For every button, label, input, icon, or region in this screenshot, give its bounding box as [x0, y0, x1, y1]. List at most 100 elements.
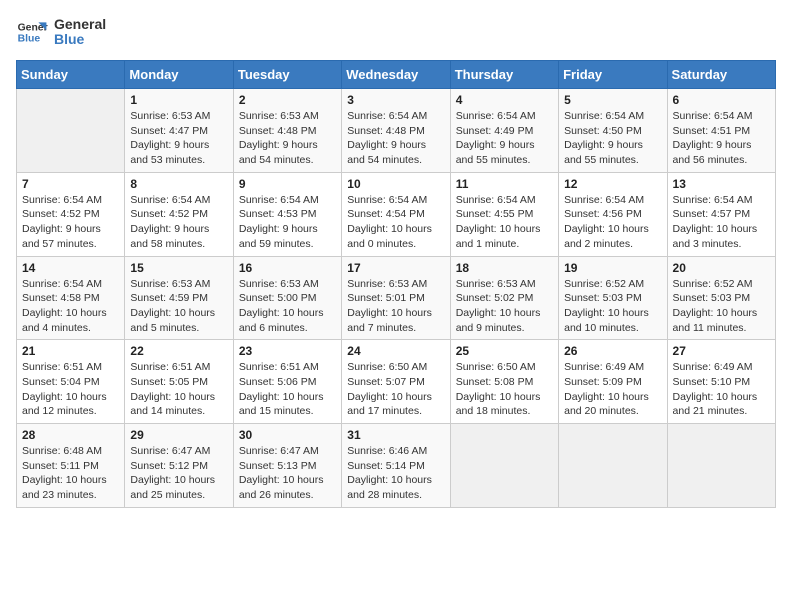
- sunset-text: Sunset: 4:55 PM: [456, 207, 553, 222]
- day-number: 17: [347, 261, 444, 275]
- daylight-minutes-text: and 6 minutes.: [239, 321, 336, 336]
- sunrise-text: Sunrise: 6:54 AM: [564, 109, 661, 124]
- daylight-minutes-text: and 56 minutes.: [673, 153, 770, 168]
- day-info: Sunrise: 6:49 AMSunset: 5:10 PMDaylight:…: [673, 360, 770, 419]
- calendar-header: SundayMondayTuesdayWednesdayThursdayFrid…: [17, 61, 776, 89]
- sunset-text: Sunset: 4:59 PM: [130, 291, 227, 306]
- calendar-cell: 4Sunrise: 6:54 AMSunset: 4:49 PMDaylight…: [450, 89, 558, 173]
- day-number: 13: [673, 177, 770, 191]
- sunrise-text: Sunrise: 6:54 AM: [239, 193, 336, 208]
- calendar-cell: 12 Sunrise: 6:54 AMSunset: 4:56 PMDayligh…: [559, 172, 667, 256]
- calendar-cell: 30Sunrise: 6:47 AMSunset: 5:13 PMDayligh…: [233, 424, 341, 508]
- sunset-text: Sunset: 5:12 PM: [130, 459, 227, 474]
- day-number: 16: [239, 261, 336, 275]
- day-info: Sunrise: 6:54 AMSunset: 4:52 PMDaylight:…: [22, 193, 119, 252]
- header-cell-friday: Friday: [559, 61, 667, 89]
- day-info: Sunrise: 6:54 AMSunset: 4:52 PMDaylight:…: [130, 193, 227, 252]
- daylight-minutes-text: and 14 minutes.: [130, 404, 227, 419]
- sunset-text: Sunset: 5:02 PM: [456, 291, 553, 306]
- sunset-text: Sunset: 4:47 PM: [130, 124, 227, 139]
- sunset-text: Sunset: 4:51 PM: [673, 124, 770, 139]
- calendar-cell: 15Sunrise: 6:53 AMSunset: 4:59 PMDayligh…: [125, 256, 233, 340]
- day-number: 19: [564, 261, 661, 275]
- logo-text: GeneralBlue: [54, 17, 106, 48]
- calendar-cell: 28Sunrise: 6:48 AMSunset: 5:11 PMDayligh…: [17, 424, 125, 508]
- calendar-cell: 27 Sunrise: 6:49 AMSunset: 5:10 PMDayligh…: [667, 340, 775, 424]
- calendar-table: SundayMondayTuesdayWednesdayThursdayFrid…: [16, 60, 776, 508]
- calendar-cell: [450, 424, 558, 508]
- day-info: Sunrise: 6:52 AMSunset: 5:03 PMDaylight:…: [673, 277, 770, 336]
- daylight-minutes-text: and 2 minutes.: [564, 237, 661, 252]
- calendar-cell: 16Sunrise: 6:53 AMSunset: 5:00 PMDayligh…: [233, 256, 341, 340]
- day-info: Sunrise: 6:54 AMSunset: 4:54 PMDaylight:…: [347, 193, 444, 252]
- sunset-text: Sunset: 4:52 PM: [130, 207, 227, 222]
- daylight-minutes-text: and 21 minutes.: [673, 404, 770, 419]
- calendar-cell: 14Sunrise: 6:54 AMSunset: 4:58 PMDayligh…: [17, 256, 125, 340]
- sunset-text: Sunset: 4:56 PM: [564, 207, 661, 222]
- sunrise-text: Sunrise: 6:54 AM: [456, 109, 553, 124]
- daylight-minutes-text: and 4 minutes.: [22, 321, 119, 336]
- header-cell-monday: Monday: [125, 61, 233, 89]
- daylight-minutes-text: and 17 minutes.: [347, 404, 444, 419]
- daylight-hours-text: Daylight: 10 hours: [239, 473, 336, 488]
- day-number: 22: [130, 344, 227, 358]
- day-info: Sunrise: 6:53 AMSunset: 4:48 PMDaylight:…: [239, 109, 336, 168]
- daylight-minutes-text: and 55 minutes.: [456, 153, 553, 168]
- day-info: Sunrise: 6:50 AMSunset: 5:07 PMDaylight:…: [347, 360, 444, 419]
- daylight-minutes-text: and 18 minutes.: [456, 404, 553, 419]
- day-number: 5: [564, 93, 661, 107]
- sunset-text: Sunset: 4:50 PM: [564, 124, 661, 139]
- daylight-hours-text: Daylight: 10 hours: [564, 222, 661, 237]
- daylight-hours-text: Daylight: 10 hours: [22, 306, 119, 321]
- calendar-cell: 5Sunrise: 6:54 AMSunset: 4:50 PMDaylight…: [559, 89, 667, 173]
- daylight-minutes-text: and 28 minutes.: [347, 488, 444, 503]
- calendar-cell: 31Sunrise: 6:46 AMSunset: 5:14 PMDayligh…: [342, 424, 450, 508]
- daylight-hours-text: Daylight: 10 hours: [564, 306, 661, 321]
- daylight-hours-text: Daylight: 10 hours: [130, 306, 227, 321]
- sunset-text: Sunset: 5:13 PM: [239, 459, 336, 474]
- calendar-cell: 22Sunrise: 6:51 AMSunset: 5:05 PMDayligh…: [125, 340, 233, 424]
- calendar-cell: 18Sunrise: 6:53 AMSunset: 5:02 PMDayligh…: [450, 256, 558, 340]
- day-number: 12: [564, 177, 661, 191]
- calendar-cell: 25Sunrise: 6:50 AMSunset: 5:08 PMDayligh…: [450, 340, 558, 424]
- day-info: Sunrise: 6:54 AMSunset: 4:53 PMDaylight:…: [239, 193, 336, 252]
- sunset-text: Sunset: 5:09 PM: [564, 375, 661, 390]
- sunset-text: Sunset: 4:54 PM: [347, 207, 444, 222]
- svg-text:Blue: Blue: [18, 34, 41, 45]
- day-info: Sunrise: 6:54 AMSunset: 4:56 PMDaylight:…: [564, 193, 661, 252]
- sunset-text: Sunset: 4:58 PM: [22, 291, 119, 306]
- daylight-minutes-text: and 58 minutes.: [130, 237, 227, 252]
- day-info: Sunrise: 6:50 AMSunset: 5:08 PMDaylight:…: [456, 360, 553, 419]
- sunrise-text: Sunrise: 6:53 AM: [130, 109, 227, 124]
- day-info: Sunrise: 6:53 AMSunset: 4:59 PMDaylight:…: [130, 277, 227, 336]
- daylight-minutes-text: and 3 minutes.: [673, 237, 770, 252]
- day-number: 18: [456, 261, 553, 275]
- sunset-text: Sunset: 4:52 PM: [22, 207, 119, 222]
- sunrise-text: Sunrise: 6:49 AM: [564, 360, 661, 375]
- day-number: 29: [130, 428, 227, 442]
- day-info: Sunrise: 6:54 AMSunset: 4:49 PMDaylight:…: [456, 109, 553, 168]
- daylight-minutes-text: and 9 minutes.: [456, 321, 553, 336]
- daylight-hours-text: Daylight: 9 hours: [239, 222, 336, 237]
- day-info: Sunrise: 6:52 AMSunset: 5:03 PMDaylight:…: [564, 277, 661, 336]
- calendar-cell: 1Sunrise: 6:53 AMSunset: 4:47 PMDaylight…: [125, 89, 233, 173]
- day-number: 27: [673, 344, 770, 358]
- sunrise-text: Sunrise: 6:54 AM: [347, 109, 444, 124]
- daylight-minutes-text: and 15 minutes.: [239, 404, 336, 419]
- daylight-hours-text: Daylight: 10 hours: [347, 306, 444, 321]
- daylight-minutes-text: and 1 minute.: [456, 237, 553, 252]
- calendar-cell: 23Sunrise: 6:51 AMSunset: 5:06 PMDayligh…: [233, 340, 341, 424]
- daylight-hours-text: Daylight: 9 hours: [456, 138, 553, 153]
- day-number: 28: [22, 428, 119, 442]
- sunset-text: Sunset: 4:48 PM: [239, 124, 336, 139]
- day-number: 31: [347, 428, 444, 442]
- sunset-text: Sunset: 5:07 PM: [347, 375, 444, 390]
- daylight-minutes-text: and 25 minutes.: [130, 488, 227, 503]
- sunset-text: Sunset: 5:10 PM: [673, 375, 770, 390]
- sunset-text: Sunset: 5:01 PM: [347, 291, 444, 306]
- daylight-minutes-text: and 10 minutes.: [564, 321, 661, 336]
- sunrise-text: Sunrise: 6:47 AM: [239, 444, 336, 459]
- sunset-text: Sunset: 4:49 PM: [456, 124, 553, 139]
- header-cell-wednesday: Wednesday: [342, 61, 450, 89]
- daylight-hours-text: Daylight: 10 hours: [347, 222, 444, 237]
